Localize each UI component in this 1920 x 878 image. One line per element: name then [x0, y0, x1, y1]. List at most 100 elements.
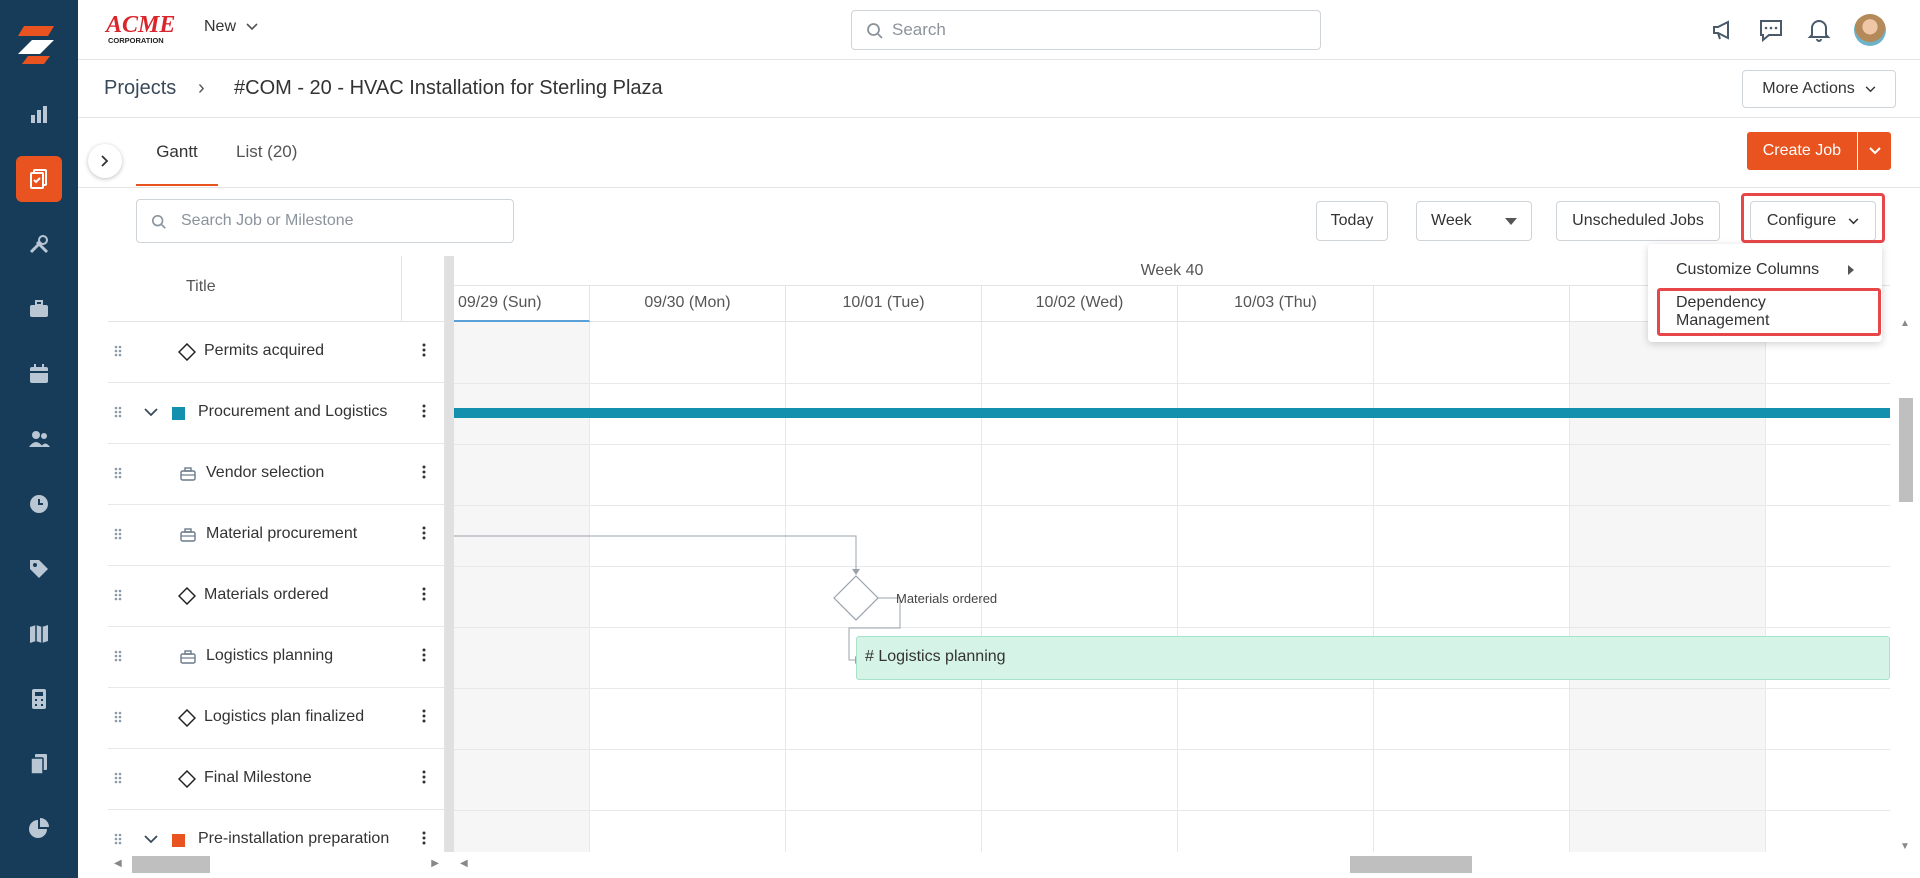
drag-handle-icon[interactable] [113, 344, 123, 358]
create-job-button[interactable]: Create Job [1746, 132, 1857, 170]
drag-handle-icon[interactable] [113, 771, 123, 785]
unscheduled-jobs-button[interactable]: Unscheduled Jobs [1556, 201, 1720, 241]
gantt-toolbar: Today Week Unscheduled Jobs Configure [108, 188, 1890, 256]
breadcrumb-separator: › [198, 77, 205, 99]
kebab-menu-icon[interactable] [422, 769, 426, 785]
scroll-left-arrow-icon[interactable]: ◀ [460, 858, 468, 869]
group-color-swatch [172, 834, 185, 847]
kebab-menu-icon[interactable] [422, 830, 426, 846]
task-list-horizontal-scrollbar[interactable]: ◀ ▶ [108, 852, 445, 878]
title-column-header[interactable]: Title [186, 278, 216, 296]
kebab-menu-icon[interactable] [422, 342, 426, 358]
scroll-down-arrow-icon[interactable]: ▼ [1900, 841, 1910, 852]
drag-handle-icon[interactable] [113, 832, 123, 846]
task-row[interactable]: Logistics plan finalized [108, 688, 445, 749]
bell-icon[interactable] [1806, 17, 1832, 43]
configure-label: Configure [1766, 212, 1837, 229]
chevron-down-icon [1865, 85, 1876, 92]
kebab-menu-icon[interactable] [422, 464, 426, 480]
chevron-down-icon[interactable] [144, 405, 158, 419]
search-icon [151, 214, 166, 229]
global-search-input[interactable] [892, 20, 1320, 40]
breadcrumb-projects-link[interactable]: Projects [104, 77, 176, 100]
briefcase-icon [180, 467, 196, 481]
drag-handle-icon[interactable] [113, 466, 123, 480]
task-list-header: Title [108, 256, 445, 322]
drag-handle-icon[interactable] [113, 527, 123, 541]
kebab-menu-icon[interactable] [422, 525, 426, 541]
view-tabs-row: Gantt List (20) Create Job [78, 118, 1920, 188]
menu-item-customize-columns[interactable]: Customize Columns [1648, 250, 1882, 290]
kebab-menu-icon[interactable] [422, 647, 426, 663]
drag-handle-icon[interactable] [113, 649, 123, 663]
new-menu[interactable]: New [204, 18, 258, 36]
global-search [851, 10, 1321, 50]
task-row[interactable]: Logistics planning [108, 627, 445, 688]
more-actions-label: More Actions [1762, 80, 1855, 97]
user-avatar[interactable] [1854, 14, 1886, 46]
task-title: Pre-installation preparation [198, 830, 390, 847]
nav-pie-chart-icon[interactable] [16, 806, 62, 852]
vertical-scrollbar[interactable]: ▲ ▼ [1896, 318, 1914, 852]
timeline-scroll-thumb[interactable] [1350, 856, 1472, 873]
task-row[interactable]: Final Milestone [108, 749, 445, 810]
view-select[interactable]: Week [1416, 201, 1532, 241]
gantt-search-input[interactable] [181, 212, 513, 230]
top-bar: ACME CORPORATION New [78, 0, 1920, 60]
task-title: Logistics planning [206, 647, 334, 664]
chevron-right-icon [101, 155, 109, 167]
sidebar-expand-button[interactable] [88, 144, 122, 178]
acme-brand-logo[interactable]: ACME CORPORATION [104, 10, 180, 46]
megaphone-icon[interactable] [1710, 17, 1736, 43]
nav-jobs-icon[interactable] [16, 286, 62, 332]
kebab-menu-icon[interactable] [422, 403, 426, 419]
chevron-down-icon[interactable] [144, 832, 158, 846]
nav-time-icon[interactable] [16, 481, 62, 527]
pane-splitter[interactable] [445, 256, 454, 852]
chat-icon[interactable] [1758, 17, 1784, 43]
page-title: #COM - 20 - HVAC Installation for Sterli… [234, 77, 663, 99]
task-row[interactable]: Procurement and Logistics [108, 383, 445, 444]
scroll-right-arrow-icon[interactable]: ▶ [431, 858, 439, 869]
app-logo-icon[interactable] [14, 18, 64, 68]
create-job-dropdown-button[interactable] [1858, 132, 1891, 170]
nav-calendar-icon[interactable] [16, 351, 62, 397]
tab-gantt[interactable]: Gantt [136, 142, 218, 186]
search-icon [867, 23, 883, 39]
left-nav-rail [0, 0, 78, 878]
nav-calculator-icon[interactable] [16, 676, 62, 722]
menu-item-label: Customize Columns [1676, 261, 1820, 278]
configure-button[interactable]: Configure [1750, 201, 1876, 241]
drag-handle-icon[interactable] [113, 710, 123, 724]
nav-people-icon[interactable] [16, 416, 62, 462]
nav-projects-icon[interactable] [16, 156, 62, 202]
gantt-grid: Title Permits acquired Procurement and Lo… [108, 256, 1890, 852]
today-button[interactable]: Today [1316, 201, 1388, 241]
nav-tags-icon[interactable] [16, 546, 62, 592]
drag-handle-icon[interactable] [113, 405, 123, 419]
nav-documents-icon[interactable] [16, 741, 62, 787]
task-title: Procurement and Logistics [198, 403, 388, 420]
task-row[interactable]: Permits acquired [108, 322, 445, 383]
vertical-scroll-thumb[interactable] [1899, 398, 1913, 502]
task-row[interactable]: Vendor selection [108, 444, 445, 505]
kebab-menu-icon[interactable] [422, 586, 426, 602]
kebab-menu-icon[interactable] [422, 708, 426, 724]
configure-menu: Customize Columns Dependency Management [1648, 244, 1882, 342]
task-row[interactable]: Materials ordered [108, 566, 445, 627]
drag-handle-icon[interactable] [113, 588, 123, 602]
task-list-scroll-thumb[interactable] [132, 856, 210, 873]
scroll-left-arrow-icon[interactable]: ◀ [114, 858, 122, 869]
tab-list[interactable]: List (20) [236, 142, 297, 184]
timeline-horizontal-scrollbar[interactable]: ◀ [454, 852, 1890, 878]
nav-reports-icon[interactable] [16, 92, 62, 138]
more-actions-button[interactable]: More Actions [1742, 70, 1896, 108]
scroll-up-arrow-icon[interactable]: ▲ [1900, 318, 1910, 329]
nav-map-icon[interactable] [16, 611, 62, 657]
nav-tools-icon[interactable] [16, 221, 62, 267]
menu-item-dependency-management[interactable]: Dependency Management [1648, 292, 1882, 332]
task-row[interactable]: Pre-installation preparation [108, 810, 445, 852]
job-bar-logistics-planning[interactable]: # Logistics planning [856, 636, 1890, 680]
svg-text:CORPORATION: CORPORATION [108, 36, 164, 45]
task-row[interactable]: Material procurement [108, 505, 445, 566]
